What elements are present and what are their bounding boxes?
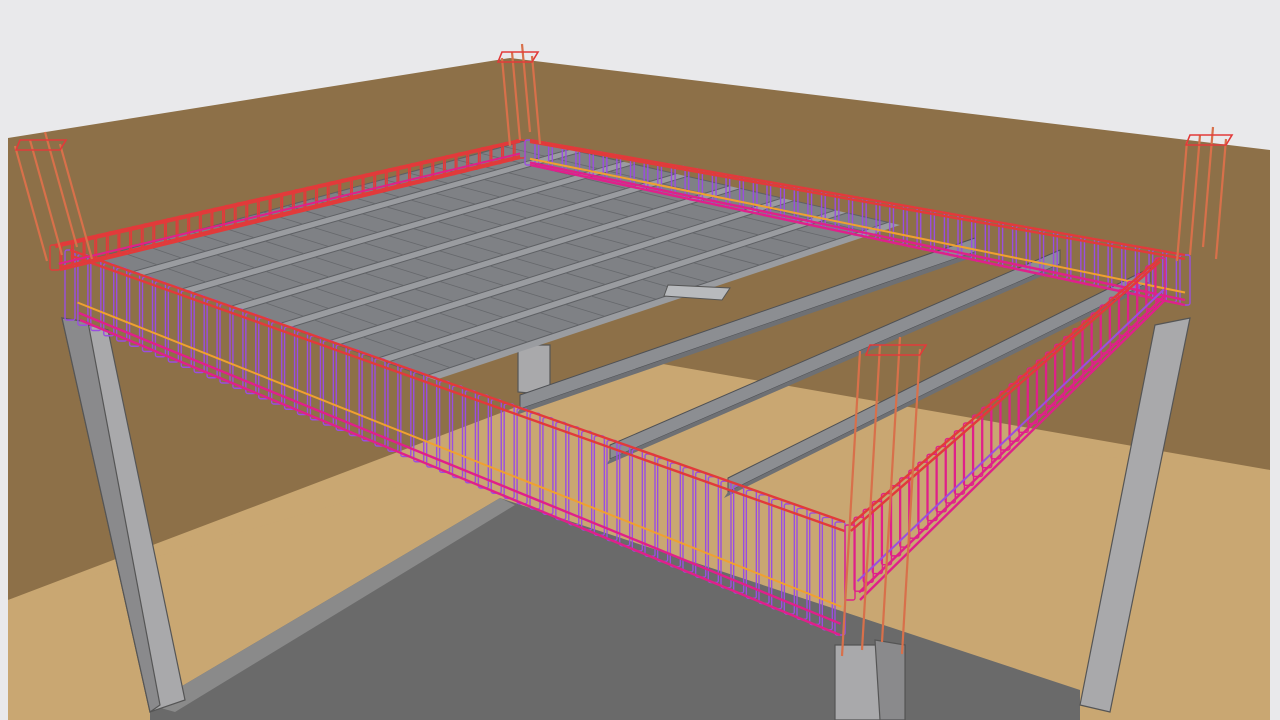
viewport[interactable] (0, 0, 1280, 720)
column-front-right-side (874, 639, 906, 720)
structural-3d-view[interactable] (0, 0, 1280, 720)
